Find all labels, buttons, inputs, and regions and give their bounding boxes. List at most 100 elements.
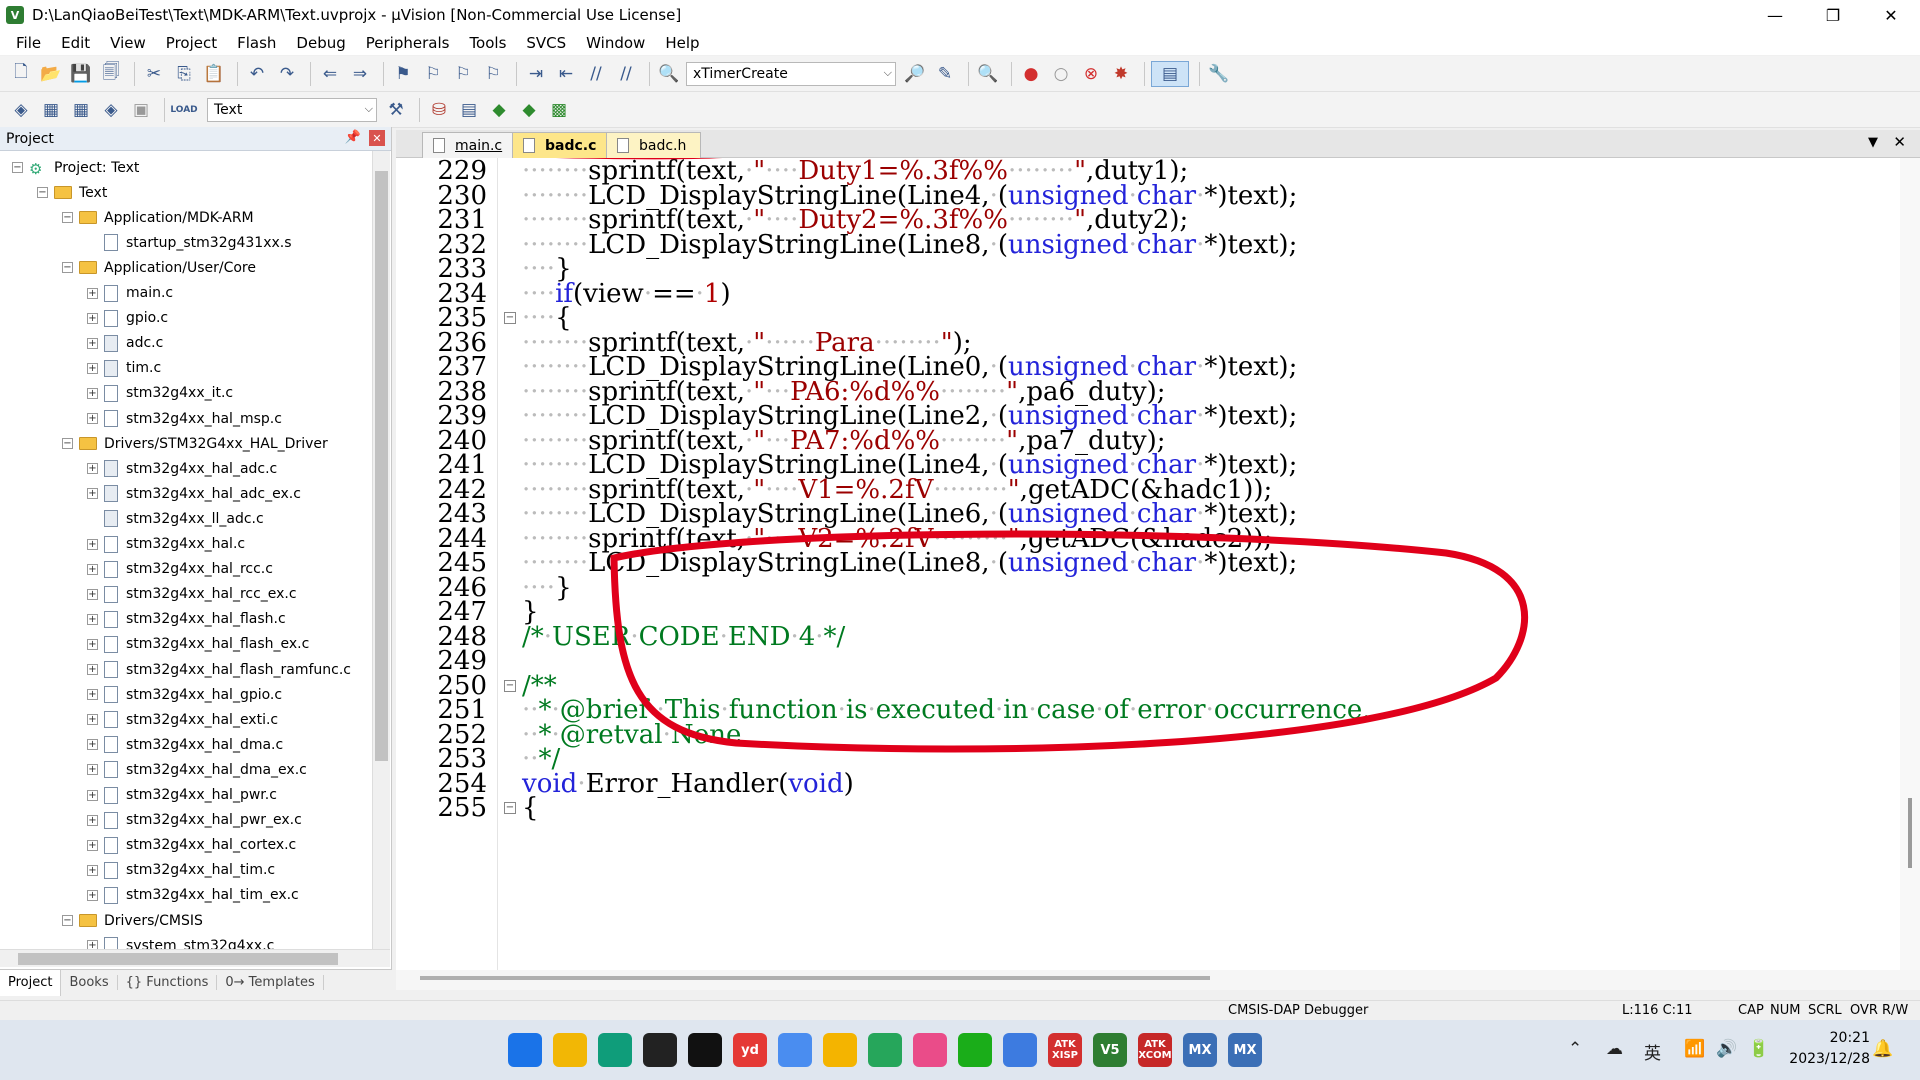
tree-file[interactable]: + stm32g4xx_hal_flash_ex.c [87, 632, 309, 657]
tree-file[interactable]: + stm32g4xx_hal.c [87, 532, 245, 557]
tree-file[interactable]: + stm32g4xx_hal_tim.c [87, 858, 275, 883]
menu-flash[interactable]: Flash [227, 34, 286, 52]
expand-icon[interactable]: + [87, 814, 98, 826]
load-download-button[interactable]: LOAD [170, 97, 197, 123]
taskbar-browser-icon[interactable] [823, 1033, 857, 1067]
collapse-icon[interactable]: − [12, 162, 23, 173]
window-layout-icon[interactable]: ▤ [1151, 60, 1189, 87]
select-packs-icon[interactable]: ◆ [486, 97, 512, 123]
menu-window[interactable]: Window [576, 34, 655, 52]
copy-icon[interactable]: ⎘ [171, 61, 197, 87]
tree-file[interactable]: + stm32g4xx_hal_adc.c [87, 456, 277, 481]
close-button[interactable]: ✕ [1862, 0, 1920, 30]
menu-edit[interactable]: Edit [51, 34, 100, 52]
file-extensions-icon[interactable]: ⛁ [426, 97, 452, 123]
expand-icon[interactable]: + [87, 413, 98, 424]
expand-icon[interactable]: + [87, 312, 98, 324]
taskbar-player-icon[interactable] [868, 1033, 902, 1067]
tree-folder[interactable]: − Drivers/STM32G4xx_HAL_Driver [62, 431, 328, 456]
expand-icon[interactable]: + [87, 613, 98, 625]
cut-icon[interactable]: ✂ [141, 61, 167, 87]
taskbar-start-icon[interactable] [508, 1033, 542, 1067]
menu-help[interactable]: Help [655, 34, 709, 52]
tab-badc-h[interactable]: badc.h [606, 132, 702, 158]
expand-icon[interactable]: + [87, 488, 98, 500]
tab-badc-c[interactable]: badc.c [512, 132, 612, 158]
tree-project-root[interactable]: − ⚙ Project: Text [12, 155, 139, 180]
tree-file[interactable]: + stm32g4xx_hal_tim_ex.c [87, 883, 299, 908]
expand-icon[interactable]: + [87, 739, 98, 751]
cloud-icon[interactable]: ☁ [1606, 1039, 1623, 1059]
expand-icon[interactable]: + [87, 839, 98, 851]
taskbar-file-explorer-icon[interactable] [553, 1033, 587, 1067]
taskbar-atk-xisp-icon[interactable]: ATK XISP [1048, 1033, 1082, 1067]
close-tab-icon[interactable]: ✕ [1893, 133, 1906, 151]
expand-icon[interactable]: + [87, 764, 98, 776]
taskbar-keil-icon[interactable]: V5 [1093, 1033, 1127, 1067]
scrollbar-thumb[interactable] [1908, 798, 1912, 868]
configure-wrench-icon[interactable]: 🔧 [1206, 61, 1232, 87]
tree-file[interactable]: + stm32g4xx_hal_msp.c [87, 406, 282, 431]
translate-icon[interactable]: ◈ [8, 97, 34, 123]
menu-file[interactable]: File [6, 34, 51, 52]
expand-icon[interactable]: + [87, 538, 98, 550]
scrollbar-thumb[interactable] [375, 171, 388, 761]
fold-toggle-icon[interactable]: − [504, 312, 516, 324]
tree-file[interactable]: + stm32g4xx_hal_rcc_ex.c [87, 582, 297, 607]
tree-file[interactable]: + gpio.c [87, 306, 168, 331]
tab-main-c[interactable]: main.c [422, 132, 518, 158]
scrollbar-thumb[interactable] [420, 976, 1210, 980]
clear-bookmarks-icon[interactable]: ⚐ [480, 61, 506, 87]
taskbar-youdao-icon[interactable]: yd [733, 1033, 767, 1067]
paste-icon[interactable]: 📋 [201, 61, 227, 87]
minimize-button[interactable]: — [1746, 0, 1804, 30]
open-file-icon[interactable]: 📂 [38, 61, 64, 87]
tab-list-dropdown-icon[interactable]: ▼ [1868, 135, 1878, 150]
tree-file[interactable]: + stm32g4xx_hal_pwr_ex.c [87, 808, 302, 833]
tree-folder[interactable]: − Drivers/CMSIS [62, 908, 203, 933]
expand-icon[interactable]: + [87, 714, 98, 726]
comment-icon[interactable]: // [583, 61, 609, 87]
unindent-icon[interactable]: ⇤ [553, 61, 579, 87]
tree-file[interactable]: + tim.c [87, 356, 161, 381]
tree-file[interactable]: + adc.c [87, 331, 163, 356]
tab-functions[interactable]: {} Functions [118, 975, 218, 990]
indent-icon[interactable]: ⇥ [523, 61, 549, 87]
editor-horizontal-scrollbar[interactable] [396, 970, 1920, 990]
expand-icon[interactable]: + [87, 889, 98, 901]
taskbar-qq-icon[interactable] [643, 1033, 677, 1067]
build-icon[interactable]: ▦ [38, 97, 64, 123]
menu-debug[interactable]: Debug [286, 34, 355, 52]
expand-icon[interactable]: + [87, 664, 98, 675]
pin-icon[interactable]: 📌 [345, 130, 361, 145]
tree-folder[interactable]: − Application/User/Core [62, 255, 256, 280]
notification-bell-icon[interactable]: 🔔 [1872, 1039, 1893, 1059]
project-tree-horizontal-scrollbar[interactable] [0, 949, 390, 967]
tree-file[interactable]: stm32g4xx_ll_adc.c [87, 506, 264, 531]
tree-file[interactable]: + stm32g4xx_hal_cortex.c [87, 833, 296, 858]
collapse-icon[interactable]: − [37, 187, 48, 199]
expand-icon[interactable]: + [87, 638, 98, 650]
expand-icon[interactable]: + [87, 789, 98, 801]
volume-icon[interactable]: 🔊 [1716, 1039, 1737, 1059]
next-bookmark-icon[interactable]: ⚐ [450, 61, 476, 87]
wifi-icon[interactable]: 📶 [1684, 1039, 1705, 1059]
pack-installer-icon[interactable]: ◆ [516, 97, 542, 123]
editor-vertical-scrollbar[interactable] [1900, 158, 1920, 970]
run-time-environment-icon[interactable]: ▩ [546, 97, 572, 123]
menu-svcs[interactable]: SVCS [516, 34, 576, 52]
bookmark-icon[interactable]: ⚑ [390, 61, 416, 87]
tree-folder[interactable]: − Application/MDK-ARM [62, 205, 254, 230]
navigate-back-icon[interactable]: ⇐ [317, 61, 343, 87]
expand-icon[interactable]: + [87, 287, 98, 299]
rebuild-icon[interactable]: ▦ [68, 97, 94, 123]
expand-icon[interactable]: + [87, 387, 98, 399]
expand-icon[interactable]: + [87, 362, 98, 374]
tree-file[interactable]: + stm32g4xx_hal_dma.c [87, 732, 283, 757]
disable-breakpoint-icon[interactable]: ○ [1048, 61, 1074, 87]
expand-icon[interactable]: + [87, 563, 98, 575]
target-options-icon[interactable]: ⚒ [383, 97, 409, 123]
tree-folder[interactable]: − Text [37, 180, 107, 205]
function-search-combo[interactable]: xTimerCreate ⌵ [686, 61, 896, 86]
find-icon[interactable]: 🔎 [902, 61, 928, 87]
